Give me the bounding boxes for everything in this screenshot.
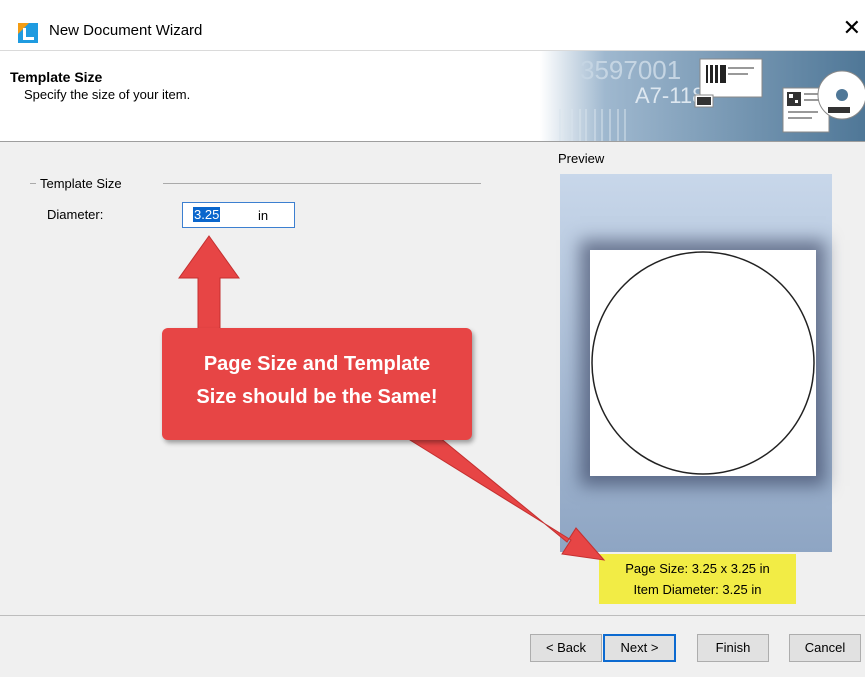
page-title: Template Size (10, 69, 103, 85)
page-size-text: Page Size: 3.25 x 3.25 in (625, 561, 770, 576)
group-label: Template Size (40, 176, 122, 191)
preview-panel (560, 174, 832, 552)
callout-line-1: Page Size and Template (203, 353, 431, 375)
window-title: New Document Wizard (49, 22, 203, 39)
arrow-up-to-diameter (178, 235, 240, 331)
banner-number: 3597001 (580, 55, 681, 85)
preview-circle (591, 251, 815, 475)
footer-divider (0, 615, 865, 616)
annotation-callout: Page Size and Template Size should be th… (162, 328, 472, 440)
diameter-value[interactable]: 3.25 (193, 207, 221, 222)
item-diameter-text: Item Diameter: 3.25 in (633, 582, 762, 597)
group-divider-left (30, 183, 36, 184)
group-divider-right (163, 183, 481, 184)
diameter-label: Diameter: (47, 207, 104, 222)
preview-page (590, 250, 816, 476)
callout-line-2: Size should be the Same! (196, 386, 438, 408)
close-icon[interactable]: ✕ (843, 17, 861, 39)
next-button[interactable]: Next > (603, 634, 676, 662)
banner-image: 3597001 A7-118 (540, 51, 865, 141)
app-logo-icon (18, 23, 38, 43)
page-subtitle: Specify the size of your item. (24, 87, 191, 102)
wizard-header: Template Size Specify the size of your i… (0, 50, 865, 142)
back-button[interactable]: < Back (530, 634, 602, 662)
title-bar: New Document Wizard ✕ (0, 0, 865, 50)
cancel-button[interactable]: Cancel (789, 634, 861, 662)
banner-code: A7-118 (635, 83, 704, 108)
preview-label: Preview (558, 151, 605, 166)
diameter-input[interactable]: 3.25 in (182, 202, 295, 228)
size-info-highlight: Page Size: 3.25 x 3.25 in Item Diameter:… (599, 554, 796, 604)
diameter-unit: in (258, 208, 269, 223)
finish-button[interactable]: Finish (697, 634, 769, 662)
